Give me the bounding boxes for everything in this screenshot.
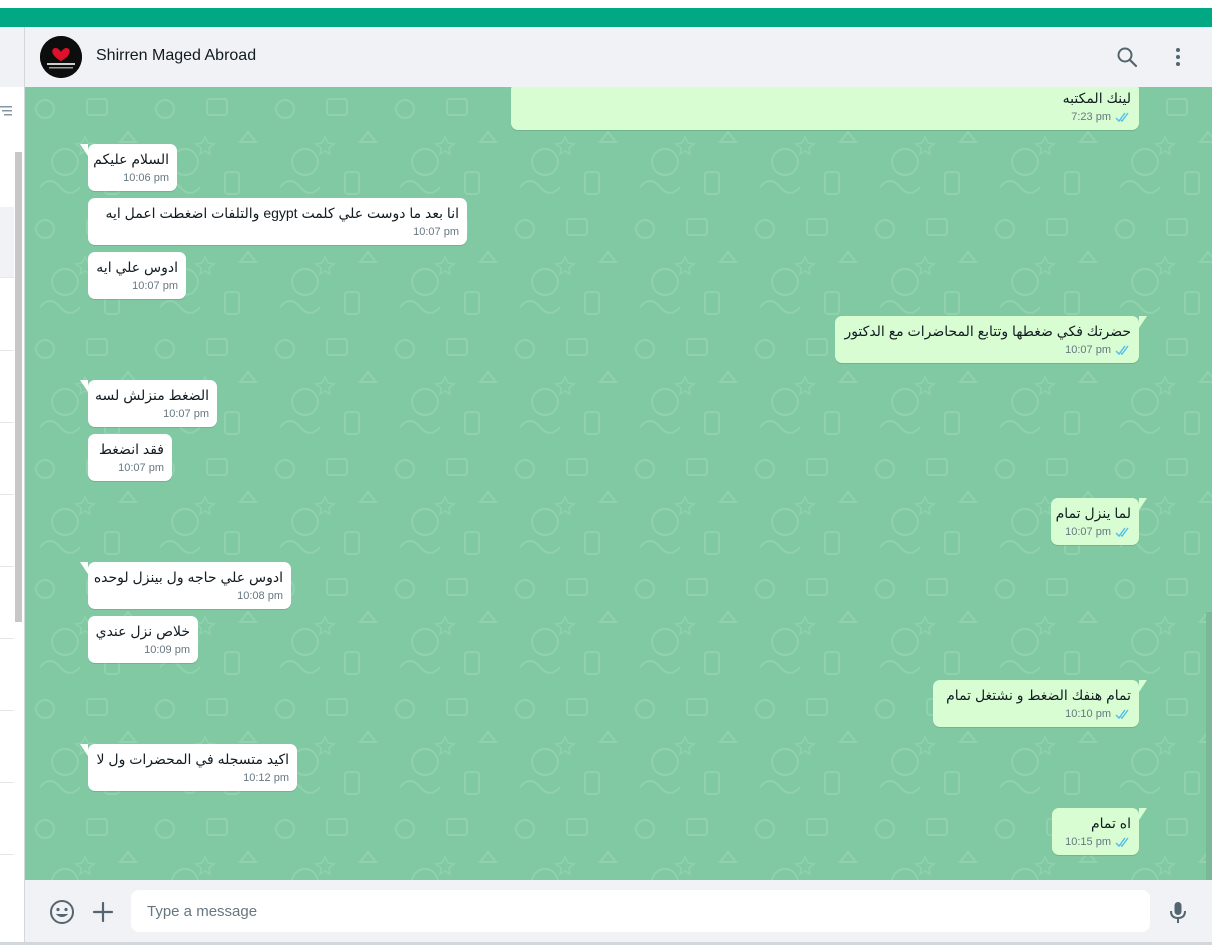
message-time: 10:07 pm bbox=[118, 462, 164, 474]
chat-list-divider bbox=[0, 710, 14, 711]
attach-plus-icon[interactable] bbox=[90, 899, 116, 925]
message-composer bbox=[25, 880, 1212, 942]
message-bubble-outgoing[interactable]: لما ينزل تمام 10:07 pm bbox=[1051, 498, 1147, 545]
message-bubble-incoming[interactable]: انا بعد ما دوست علي كلمت egypt والتلفات … bbox=[88, 198, 467, 245]
message-meta: 7:23 pm bbox=[520, 110, 1131, 124]
bubble-tail bbox=[1139, 680, 1147, 692]
chat-list-divider bbox=[0, 494, 14, 495]
emoji-icon[interactable] bbox=[49, 899, 75, 925]
message-bubble-incoming[interactable]: فقد انضغط 10:07 pm bbox=[88, 434, 172, 481]
message-time: 10:07 pm bbox=[413, 226, 459, 238]
message-time: 10:12 pm bbox=[243, 772, 289, 784]
message-time: 10:07 pm bbox=[132, 280, 178, 292]
double-check-icon bbox=[1115, 345, 1129, 355]
message-time: 10:07 pm bbox=[1065, 344, 1111, 356]
message-time: 10:07 pm bbox=[1065, 526, 1111, 538]
menu-dots-icon[interactable] bbox=[1166, 45, 1190, 69]
message-input[interactable] bbox=[131, 890, 1150, 932]
chat-list-divider bbox=[0, 854, 14, 855]
filter-icon[interactable] bbox=[0, 105, 12, 117]
contact-name[interactable]: Shirren Maged Abroad bbox=[96, 47, 256, 65]
message-bubble-incoming[interactable]: الضغط منزلش لسه 10:07 pm bbox=[80, 380, 217, 427]
message-meta: 10:07 pm bbox=[844, 343, 1131, 357]
message-text: ادوس علي حاجه ول بينزل لوحده bbox=[93, 569, 283, 585]
chat-list-scroll-thumb[interactable] bbox=[15, 152, 22, 622]
message-text: اكيد متسجله في المحضرات ول لا bbox=[96, 751, 289, 767]
conversation-header[interactable]: Shirren Maged Abroad bbox=[25, 27, 1212, 87]
avatar-logo-icon bbox=[40, 36, 82, 78]
chat-list-divider bbox=[0, 782, 14, 783]
message-text: السلام عليكم bbox=[93, 151, 169, 167]
message-time: 10:15 pm bbox=[1065, 836, 1111, 848]
message-time: 7:23 pm bbox=[1071, 111, 1111, 123]
avatar[interactable] bbox=[40, 36, 82, 78]
message-text: تمام هنفك الضغط و نشتغل تمام bbox=[946, 687, 1131, 703]
double-check-icon bbox=[1115, 527, 1129, 537]
bubble-tail bbox=[80, 380, 88, 392]
chat-list-selected-item[interactable] bbox=[0, 207, 14, 277]
double-check-icon bbox=[1115, 112, 1129, 122]
chat-list-header bbox=[0, 27, 24, 87]
message-text: اه تمام bbox=[1090, 815, 1131, 831]
search-icon[interactable] bbox=[1115, 45, 1139, 69]
message-bubble-outgoing[interactable]: تمام هنفك الضغط و نشتغل تمام 10:10 pm bbox=[933, 680, 1147, 727]
conversation-panel[interactable]: لينك المكتبه 7:23 pm السلام عليكم 10:06 … bbox=[25, 87, 1212, 880]
bubble-tail bbox=[80, 144, 88, 156]
window-top-strip bbox=[0, 0, 1212, 8]
message-text: لما ينزل تمام bbox=[1055, 505, 1131, 521]
conversation-scrollbar[interactable] bbox=[1206, 612, 1212, 880]
message-text: انا بعد ما دوست علي كلمت egypt والتلفات … bbox=[105, 205, 459, 221]
message-text: حضرتك فكي ضغطها وتتابع المحاضرات مع الدك… bbox=[844, 323, 1131, 339]
microphone-icon[interactable] bbox=[1165, 899, 1191, 925]
bubble-tail bbox=[80, 744, 88, 756]
accent-top-bar bbox=[0, 8, 1212, 27]
bubble-tail bbox=[1139, 808, 1147, 820]
message-time: 10:08 pm bbox=[237, 590, 283, 602]
message-bubble-incoming[interactable]: خلاص نزل عندي 10:09 pm bbox=[88, 616, 198, 663]
message-meta: 10:15 pm bbox=[1061, 835, 1131, 849]
message-time: 10:10 pm bbox=[1065, 708, 1111, 720]
message-text: لينك المكتبه bbox=[1062, 90, 1131, 106]
message-time: 10:07 pm bbox=[163, 408, 209, 420]
bubble-tail bbox=[80, 562, 88, 574]
bubble-tail bbox=[1139, 498, 1147, 510]
double-check-icon bbox=[1115, 837, 1129, 847]
chat-list-divider bbox=[0, 422, 14, 423]
message-bubble-incoming[interactable]: ادوس علي ايه 10:07 pm bbox=[88, 252, 186, 299]
message-time: 10:09 pm bbox=[144, 644, 190, 656]
message-bubble-outgoing[interactable]: حضرتك فكي ضغطها وتتابع المحاضرات مع الدك… bbox=[835, 316, 1147, 363]
message-bubble-outgoing[interactable]: لينك المكتبه 7:23 pm bbox=[511, 87, 1139, 130]
chat-list-divider bbox=[0, 638, 14, 639]
message-meta: 10:07 pm bbox=[1060, 525, 1131, 539]
message-bubble-incoming[interactable]: السلام عليكم 10:06 pm bbox=[80, 144, 177, 191]
message-text: الضغط منزلش لسه bbox=[95, 387, 209, 403]
message-bubble-incoming[interactable]: ادوس علي حاجه ول بينزل لوحده 10:08 pm bbox=[80, 562, 291, 609]
chat-list-divider bbox=[0, 566, 14, 567]
message-time: 10:06 pm bbox=[123, 172, 169, 184]
message-bubble-outgoing[interactable]: اه تمام 10:15 pm bbox=[1052, 808, 1147, 855]
bubble-tail bbox=[1139, 316, 1147, 328]
double-check-icon bbox=[1115, 709, 1129, 719]
chat-list-divider bbox=[0, 350, 14, 351]
message-text: خلاص نزل عندي bbox=[95, 623, 190, 639]
message-text: فقد انضغط bbox=[99, 441, 164, 457]
message-meta: 10:10 pm bbox=[942, 707, 1131, 721]
message-bubble-incoming[interactable]: اكيد متسجله في المحضرات ول لا 10:12 pm bbox=[80, 744, 297, 791]
chat-list-scrollbar[interactable] bbox=[15, 142, 23, 932]
message-text: ادوس علي ايه bbox=[96, 259, 178, 275]
chat-list-pane bbox=[0, 27, 25, 945]
chat-list-divider bbox=[0, 277, 14, 278]
